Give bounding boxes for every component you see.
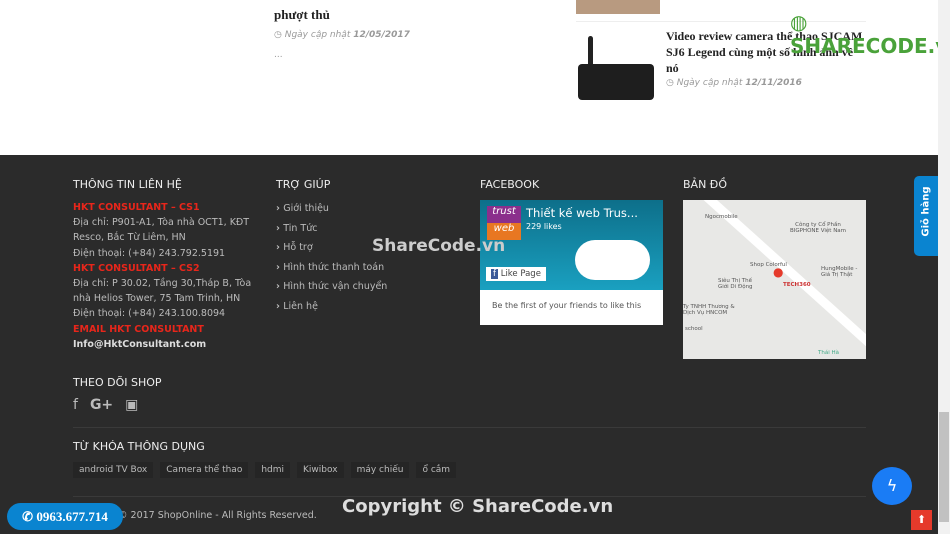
contact-heading: THÔNG TIN LIÊN HỆ (73, 178, 182, 191)
copyright: © 2017 ShopOnline - All Rights Reserved. (118, 510, 317, 521)
watermark-center: ShareCode.vn (372, 236, 506, 256)
map-pin-icon: ● (773, 265, 784, 279)
sharecode-logo: ◍ SHARECODE.vn (790, 10, 950, 58)
cloud-plug-image (575, 240, 650, 280)
messenger-icon: ϟ (886, 476, 898, 495)
map-heading: BẢN ĐỒ (683, 178, 727, 191)
watermark-copyright: Copyright © ShareCode.vn (342, 496, 614, 517)
phone-icon: ✆ (22, 509, 34, 524)
email-link[interactable]: Info@HktConsultant.com (73, 337, 253, 352)
article-excerpt: ... (274, 50, 283, 60)
link-payment[interactable]: Hình thức thanh toán (276, 262, 387, 282)
messenger-button[interactable]: ϟ (872, 467, 912, 505)
article-date: ◷ Ngày cập nhật 12/11/2016 (666, 78, 802, 88)
contact-info: HKT CONSULTANT – CS1 Địa chỉ: P901-A1, T… (73, 200, 253, 352)
tag[interactable]: hdmi (255, 462, 291, 478)
article-date: ◷ Ngày cập nhật 12/05/2017 (274, 30, 410, 40)
tag[interactable]: máy chiếu (350, 462, 410, 478)
link-news[interactable]: Tin Tức (276, 223, 387, 243)
link-shipping[interactable]: Hình thức vận chuyển (276, 281, 387, 301)
divider (73, 427, 866, 428)
hotline-button[interactable]: ✆ 0963.677.714 (7, 503, 123, 530)
fb-like-button[interactable]: f Like Page (486, 267, 546, 281)
fb-friends-text: Be the first of your friends to like thi… (492, 301, 642, 310)
link-support[interactable]: Hỗ trợ (276, 242, 387, 262)
tag[interactable]: Camera thể thao (160, 462, 249, 478)
facebook-widget[interactable]: trust web Thiết kế web Trus... 229 likes… (480, 200, 663, 325)
trustweb-logo: trust (487, 206, 521, 223)
fb-page-name[interactable]: Thiết kế web Trus... (526, 206, 638, 220)
follow-heading: THEO DÕI SHOP (73, 376, 162, 389)
keyword-tags: android TV Box Camera thể thao hdmi Kiwi… (73, 462, 457, 478)
tag[interactable]: Kiwibox (297, 462, 344, 478)
facebook-heading: FACEBOOK (480, 178, 540, 191)
scrollbar-thumb[interactable] (939, 412, 949, 522)
help-heading: TRỢ GIÚP (276, 178, 331, 191)
help-links: Giới thiệu Tin Tức Hỗ trợ Hình thức than… (276, 203, 387, 320)
android-box-thumbnail[interactable] (576, 36, 656, 102)
map[interactable]: Ngocmobile Công ty Cổ Phần BIGPHONE Việt… (683, 200, 866, 359)
facebook-icon[interactable]: f (73, 397, 78, 413)
link-contact[interactable]: Liên hệ (276, 301, 387, 321)
keywords-heading: TỪ KHÓA THÔNG DỤNG (73, 440, 205, 453)
fb-likes: 229 likes (526, 222, 562, 231)
tag[interactable]: android TV Box (73, 462, 154, 478)
article-list: phượt thủ ◷ Ngày cập nhật 12/05/2017 ...… (0, 0, 950, 155)
scrollbar[interactable] (938, 0, 950, 534)
article-thumbnail[interactable] (576, 0, 660, 14)
article-title[interactable]: phượt thủ (274, 5, 330, 24)
tag[interactable]: ổ cắm (416, 462, 457, 478)
link-about[interactable]: Giới thiệu (276, 203, 387, 223)
google-plus-icon[interactable]: G+ (90, 397, 113, 413)
arrow-up-icon: ⬆ (916, 513, 927, 526)
cart-tab[interactable]: Giỏ hàng (914, 176, 938, 256)
back-to-top-button[interactable]: ⬆ (911, 510, 932, 530)
youtube-icon[interactable]: ▣ (125, 397, 138, 413)
